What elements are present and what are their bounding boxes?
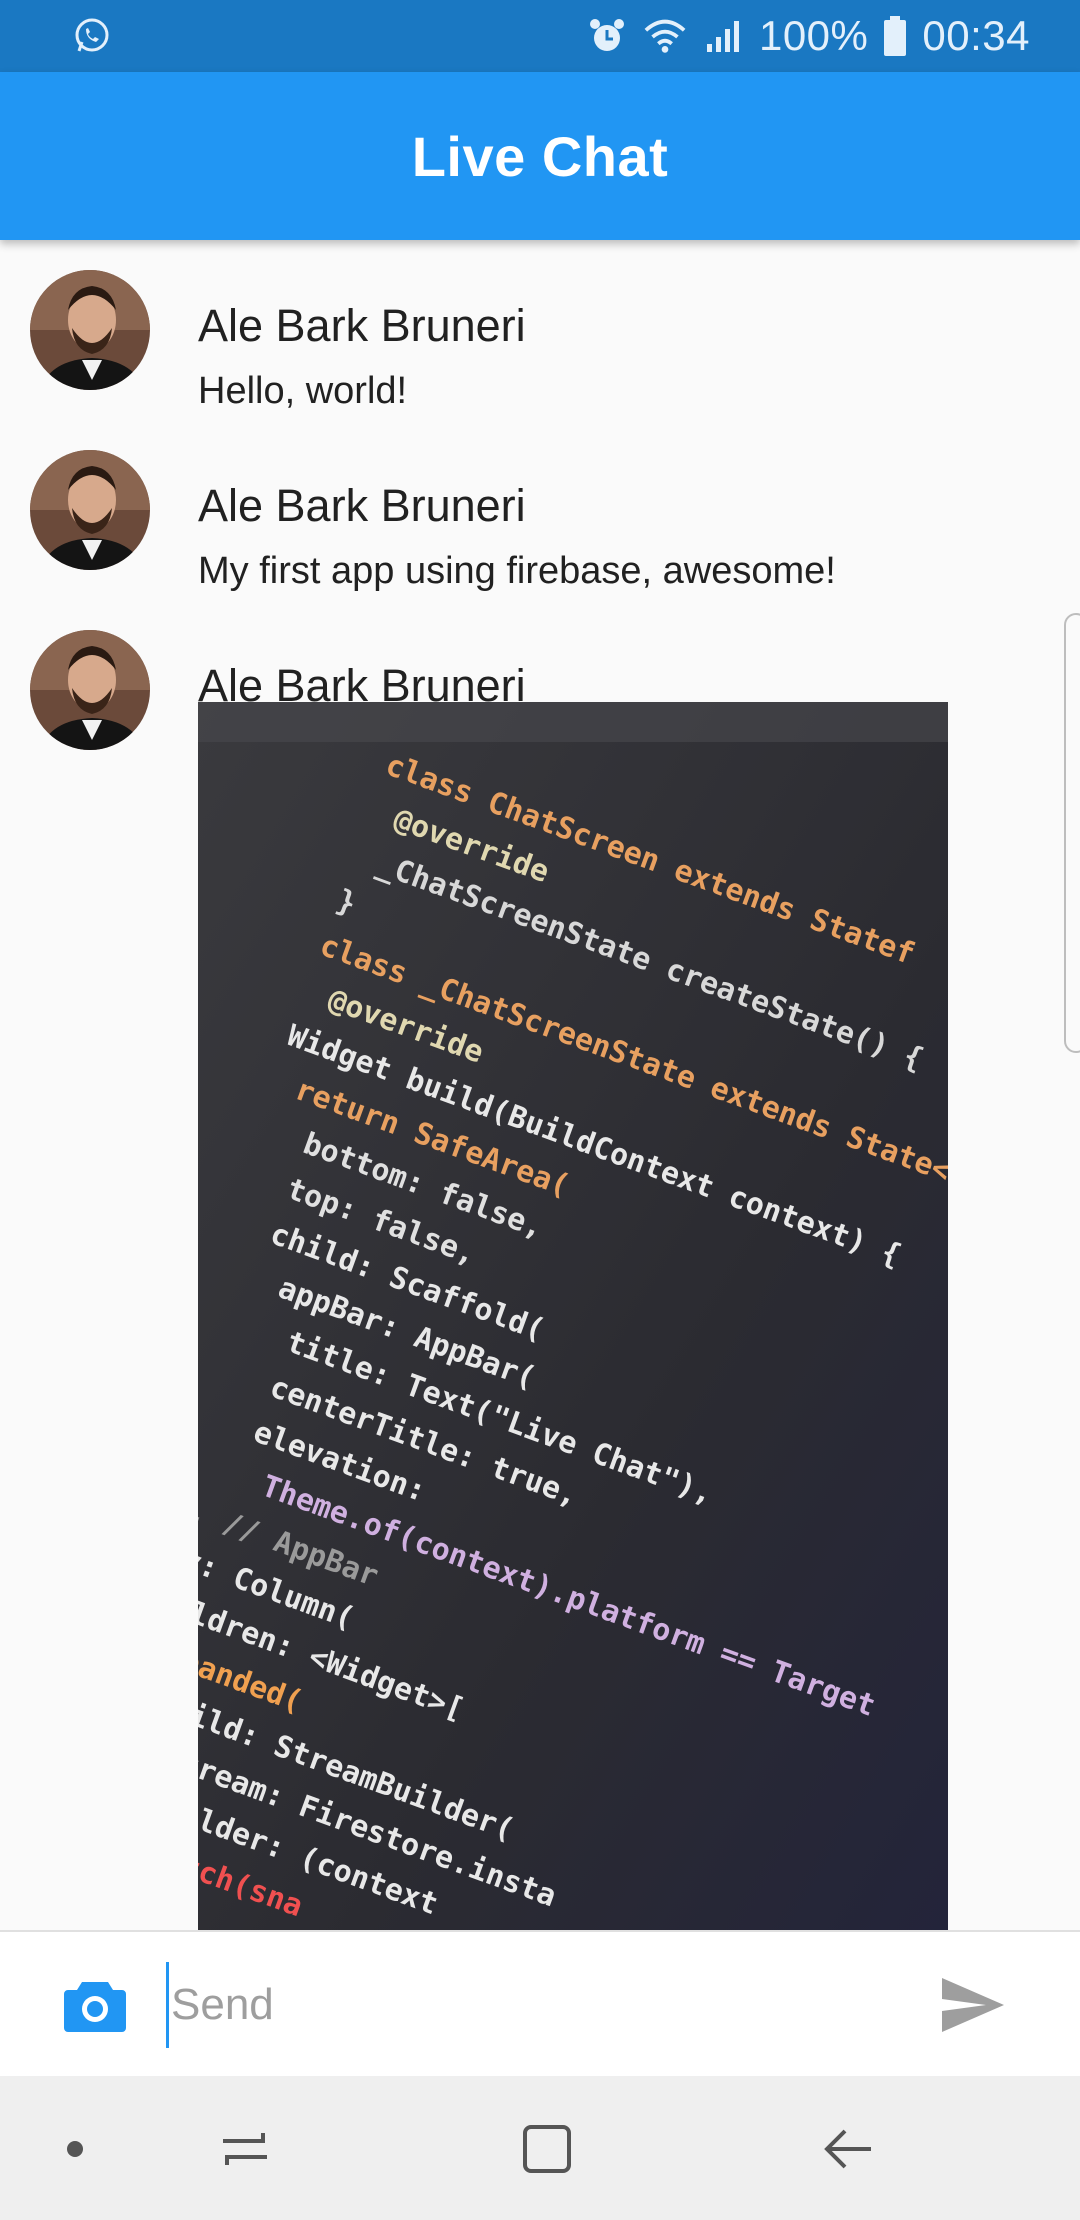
- clock: 00:34: [922, 12, 1030, 59]
- back-icon: [824, 2129, 871, 2169]
- send-button[interactable]: [936, 1968, 1010, 2042]
- home-button[interactable]: [512, 2116, 582, 2182]
- message-composer: [0, 1930, 1080, 2076]
- message-sender: Ale Bark Bruneri: [198, 480, 526, 531]
- status-bar: 100% 00:34: [0, 0, 1080, 72]
- alarm-icon: [585, 14, 629, 58]
- wifi-icon: [643, 14, 687, 58]
- app-bar: Live Chat: [0, 72, 1080, 240]
- camera-icon: [64, 1982, 126, 2032]
- chat-message: Ale Bark Bruneri My first app using fire…: [0, 450, 1080, 600]
- send-icon: [942, 1978, 1004, 2032]
- recent-apps-button[interactable]: [210, 2116, 280, 2182]
- system-navigation-bar: [0, 2076, 1080, 2220]
- nav-dot-indicator: [40, 2116, 110, 2182]
- avatar: [30, 270, 150, 390]
- home-icon: [523, 2125, 571, 2173]
- message-text: Hello, world!: [198, 370, 408, 412]
- message-input[interactable]: [166, 1962, 906, 2048]
- whatsapp-icon: [70, 14, 114, 58]
- chat-message: Ale Bark Bruneri Hello, world!: [0, 270, 1080, 420]
- app-title: Live Chat: [411, 124, 669, 188]
- message-text: My first app using firebase, awesome!: [198, 550, 836, 592]
- message-image[interactable]: class ChatScreen extends Statef @override…: [198, 702, 948, 1930]
- screen: 100% 00:34 Live Chat Ale Bark Bruneri He…: [0, 0, 1080, 2220]
- chat-message-list[interactable]: Ale Bark Bruneri Hello, world! Ale Bark …: [0, 240, 1080, 1930]
- back-button[interactable]: [814, 2116, 884, 2182]
- avatar: [30, 450, 150, 570]
- message-sender: Ale Bark Bruneri: [198, 300, 526, 351]
- battery-icon: [882, 14, 908, 58]
- recent-apps-icon: [223, 2133, 267, 2165]
- code-photo: class ChatScreen extends Statef@override…: [198, 702, 948, 1930]
- camera-button[interactable]: [62, 1974, 128, 2036]
- battery-percent: 100%: [758, 12, 869, 59]
- signal-icon: [701, 14, 745, 58]
- avatar: [30, 630, 150, 750]
- scroll-handle[interactable]: [1064, 613, 1080, 1053]
